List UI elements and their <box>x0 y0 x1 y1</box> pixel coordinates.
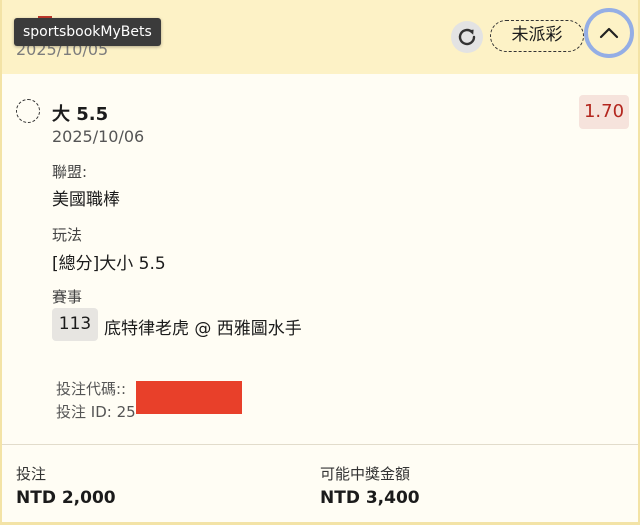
league-label: 聯盟: <box>52 163 88 181</box>
selection-title: 大 5.5 <box>52 104 109 125</box>
match-number-badge: 113 <box>52 308 98 341</box>
odds-badge: 1.70 <box>579 95 629 129</box>
stake-label: 投注 <box>16 465 47 483</box>
event-label: 賽事 <box>52 288 83 306</box>
bet-type-label: 玩法 <box>52 226 83 244</box>
bet-code-label: 投注代碼:: <box>56 380 127 398</box>
radio-unselected-icon[interactable] <box>16 99 40 123</box>
redaction-block <box>136 381 242 414</box>
tooltip: sportsbookMyBets <box>14 18 161 46</box>
chevron-up-icon <box>599 27 619 39</box>
refresh-button[interactable] <box>451 21 483 53</box>
payout-value: NTD 3,400 <box>320 488 420 508</box>
selection-date: 2025/10/06 <box>52 127 145 146</box>
collapse-button[interactable] <box>584 8 634 58</box>
bet-card-header: 2025/10/05 sportsbookMyBets 未派彩 <box>2 0 638 74</box>
bet-card: 2025/10/05 sportsbookMyBets 未派彩 大 5.5 20… <box>0 0 640 525</box>
settlement-status-badge: 未派彩 <box>490 20 584 52</box>
refresh-icon <box>458 28 476 46</box>
match-name: 底特律老虎 @ 西雅圖水手 <box>104 319 302 339</box>
league-value: 美國職棒 <box>52 190 120 210</box>
payout-label: 可能中獎金額 <box>320 465 411 483</box>
footer-divider <box>2 444 638 445</box>
stake-value: NTD 2,000 <box>16 488 116 508</box>
bet-id-label: 投注 ID: 25 <box>56 403 136 421</box>
bet-type-value: [總分]大小 5.5 <box>52 254 166 274</box>
